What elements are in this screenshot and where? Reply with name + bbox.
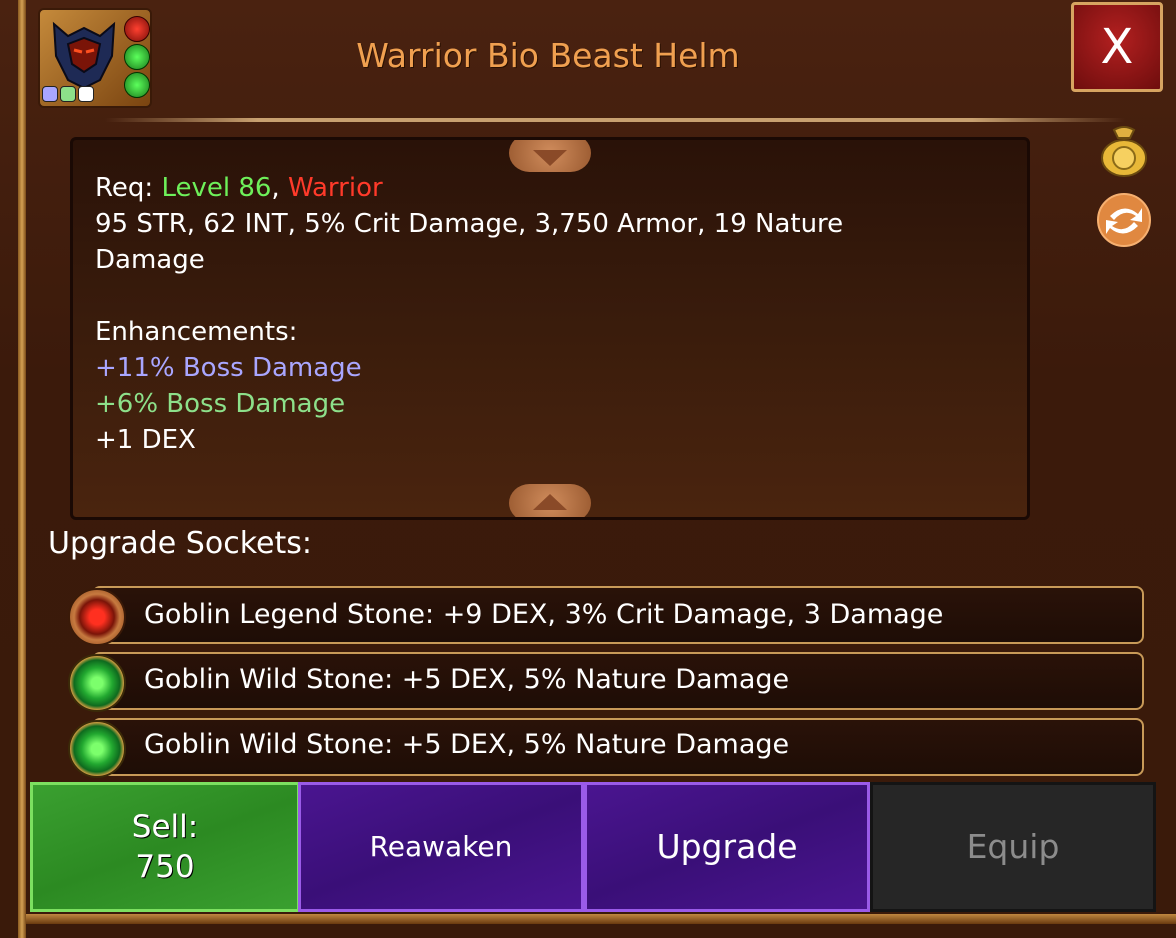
panel-border: [18, 0, 26, 938]
description-box[interactable]: Req: Level 86, Warrior 95 STR, 62 INT, 5…: [70, 137, 1030, 520]
green-gem-icon: [68, 654, 126, 712]
divider: [105, 118, 1125, 122]
rarity-pip: [78, 86, 94, 102]
req-level: Level 86: [161, 173, 272, 203]
req-class: Warrior: [287, 173, 383, 203]
enhancement: +6% Boss Damage: [95, 389, 346, 419]
sell-button[interactable]: Sell: 750: [30, 782, 300, 912]
socket-text: Goblin Wild Stone: +5 DEX, 5% Nature Dam…: [144, 729, 790, 760]
requirement-line: Req: Level 86, Warrior: [95, 170, 995, 206]
socket-text: Goblin Legend Stone: +9 DEX, 3% Crit Dam…: [144, 599, 944, 630]
stats-line: Damage: [95, 245, 205, 275]
req-label: Req:: [95, 173, 154, 203]
stats-line: 95 STR, 62 INT, 5% Crit Damage, 3,750 Ar…: [95, 209, 844, 239]
sell-label: Sell:: [131, 809, 199, 845]
item-title: Warrior Bio Beast Helm: [356, 36, 740, 75]
sockets-title: Upgrade Sockets:: [48, 526, 312, 561]
enhancement: +1 DEX: [95, 425, 196, 455]
close-button[interactable]: X: [1071, 2, 1163, 92]
req-separator: ,: [271, 173, 280, 203]
green-gem-icon: [68, 720, 126, 778]
upgrade-button[interactable]: Upgrade: [584, 782, 870, 912]
enhancement: +11% Boss Damage: [95, 353, 362, 383]
chevron-down-icon: [533, 150, 567, 166]
item-description: Req: Level 86, Warrior 95 STR, 62 INT, 5…: [95, 170, 995, 458]
scroll-up-button[interactable]: [509, 140, 591, 172]
rarity-pip: [60, 86, 76, 102]
red-gem-icon: [68, 588, 126, 646]
green-gem-icon: [124, 72, 150, 98]
sell-value: 750: [135, 849, 195, 885]
rarity-pip: [42, 86, 58, 102]
scroll-down-button[interactable]: [509, 484, 591, 517]
socket-text: Goblin Wild Stone: +5 DEX, 5% Nature Dam…: [144, 664, 790, 695]
enhancements-label: Enhancements:: [95, 317, 298, 347]
gold-bag-icon[interactable]: [1096, 122, 1152, 178]
swap-icon[interactable]: [1096, 192, 1152, 248]
equip-button[interactable]: Equip: [870, 782, 1156, 912]
reawaken-button[interactable]: Reawaken: [298, 782, 584, 912]
panel-border: [26, 914, 1176, 924]
chevron-up-icon: [533, 494, 567, 510]
